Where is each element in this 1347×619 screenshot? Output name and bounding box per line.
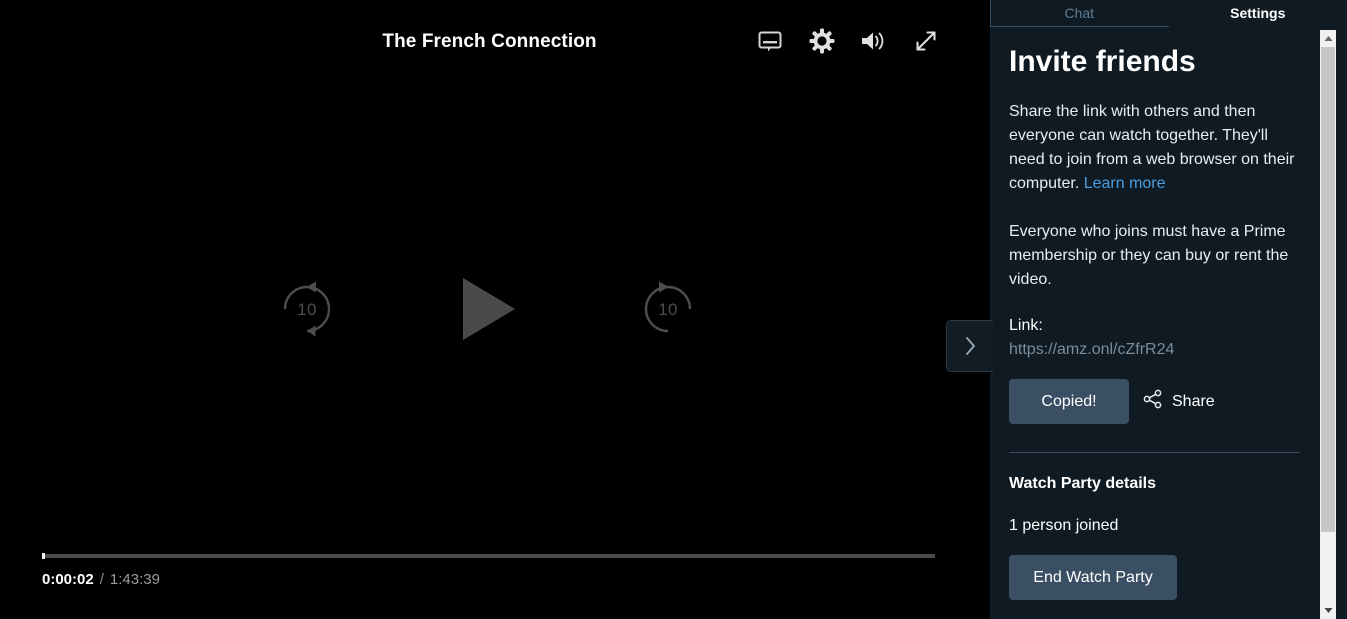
progress-track bbox=[42, 554, 935, 558]
video-player[interactable]: The French Connection 10 10 0:00:02 / 1:… bbox=[0, 0, 979, 619]
volume-icon[interactable] bbox=[859, 26, 889, 56]
time-separator: / bbox=[99, 571, 104, 588]
section-divider bbox=[1009, 452, 1300, 453]
playback-transport-controls: 10 10 bbox=[275, 272, 700, 346]
scroll-up-arrow-icon[interactable] bbox=[1320, 30, 1336, 47]
chevron-right-icon bbox=[966, 337, 975, 355]
panel-scrollbar[interactable] bbox=[1320, 30, 1336, 619]
progress-fill bbox=[42, 553, 45, 559]
link-actions: Copied! Share bbox=[1009, 379, 1300, 424]
tab-chat[interactable]: Chat bbox=[990, 0, 1169, 27]
panel-right-edge bbox=[1336, 0, 1347, 619]
scrollbar-thumb[interactable] bbox=[1321, 47, 1335, 532]
invite-link-url[interactable]: https://amz.onl/cZfrR24 bbox=[1009, 338, 1300, 362]
share-icon bbox=[1143, 389, 1163, 414]
watch-party-details-heading: Watch Party details bbox=[1009, 475, 1157, 492]
link-label: Link: bbox=[1009, 317, 1043, 334]
panel-heading: Invite friends bbox=[1009, 45, 1196, 78]
play-button[interactable] bbox=[453, 272, 523, 346]
progress-bar[interactable] bbox=[42, 553, 935, 559]
total-time: 1:43:39 bbox=[109, 571, 160, 588]
tab-chat-label: Chat bbox=[1064, 5, 1095, 21]
tab-settings[interactable]: Settings bbox=[1168, 0, 1347, 27]
forward-10-button[interactable]: 10 bbox=[636, 277, 700, 341]
copy-link-button[interactable]: Copied! bbox=[1009, 379, 1129, 424]
fullscreen-icon[interactable] bbox=[911, 26, 941, 56]
end-watch-party-button[interactable]: End Watch Party bbox=[1009, 555, 1177, 600]
learn-more-link[interactable]: Learn more bbox=[1084, 175, 1166, 192]
forward-seconds-label: 10 bbox=[658, 299, 678, 319]
subtitles-icon[interactable] bbox=[755, 26, 785, 56]
watch-party-panel: Chat Settings Invite friends Share the l… bbox=[990, 0, 1347, 619]
gear-icon[interactable] bbox=[807, 26, 837, 56]
player-top-controls bbox=[755, 26, 941, 56]
current-time: 0:00:02 bbox=[42, 571, 94, 588]
panel-toggle-button[interactable] bbox=[946, 320, 993, 372]
time-display: 0:00:02 / 1:43:39 bbox=[42, 571, 160, 588]
share-button[interactable]: Share bbox=[1143, 389, 1215, 414]
tab-settings-label: Settings bbox=[1230, 5, 1286, 21]
rewind-10-button[interactable]: 10 bbox=[275, 277, 339, 341]
panel-tabs: Chat Settings bbox=[990, 0, 1347, 27]
watch-party-screen: The French Connection 10 10 0:00:02 / 1:… bbox=[0, 0, 1347, 619]
tab-left-edge bbox=[990, 0, 991, 27]
rewind-seconds-label: 10 bbox=[297, 299, 317, 319]
invite-description: Share the link with others and then ever… bbox=[1009, 100, 1300, 196]
scroll-down-arrow-icon[interactable] bbox=[1320, 602, 1336, 619]
panel-content: Invite friends Share the link with other… bbox=[990, 27, 1320, 619]
joined-count: 1 person joined bbox=[1009, 517, 1119, 534]
prime-membership-note: Everyone who joins must have a Prime mem… bbox=[1009, 223, 1289, 288]
share-button-label: Share bbox=[1172, 392, 1215, 410]
